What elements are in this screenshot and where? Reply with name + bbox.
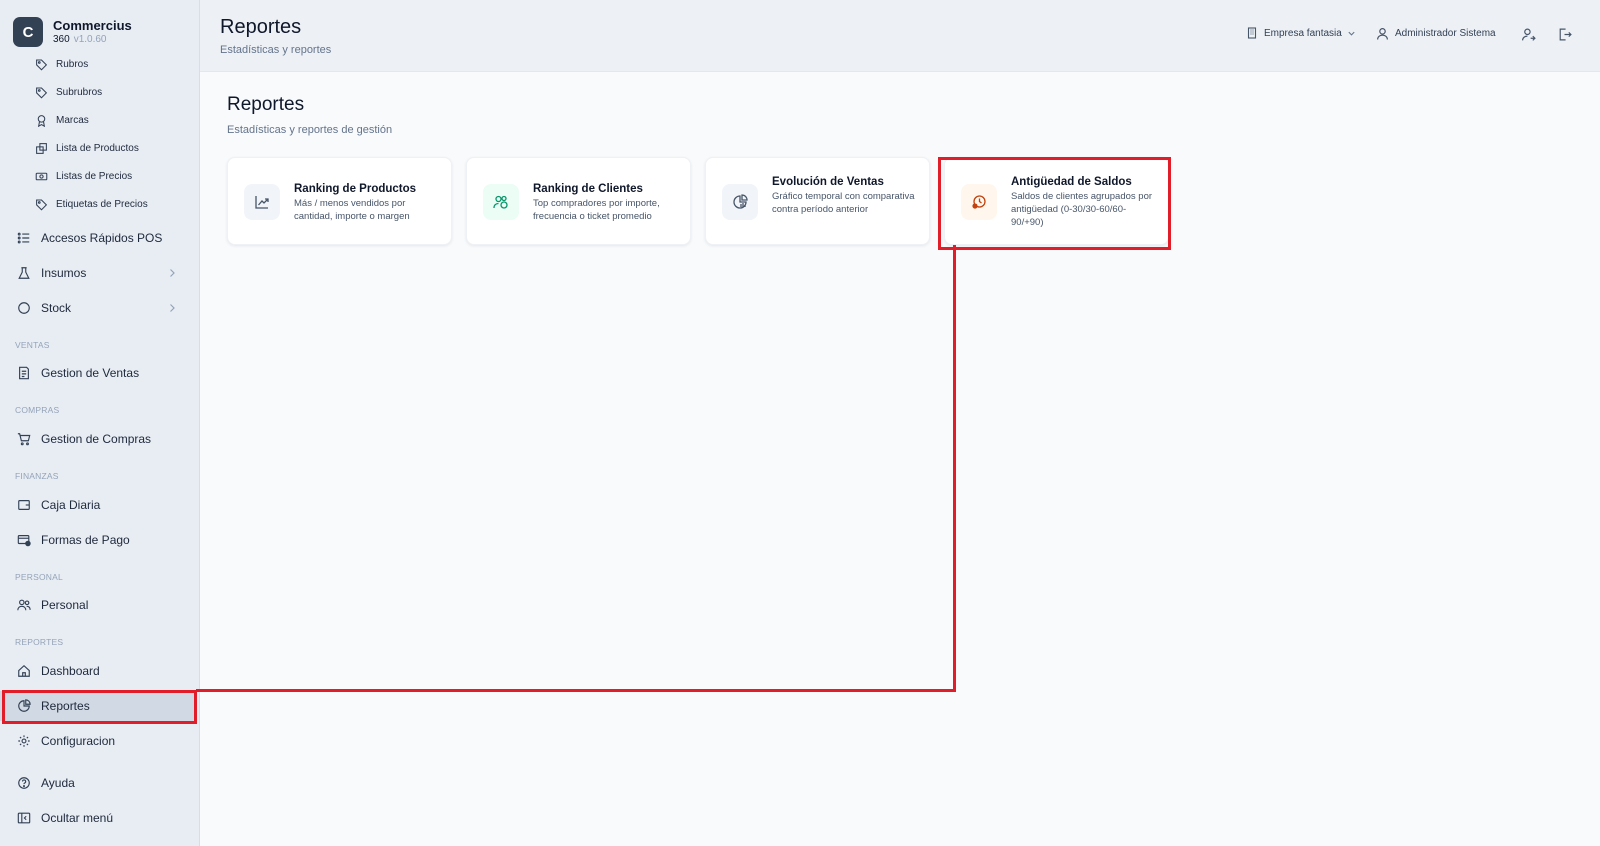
sidebar-item-personal[interactable]: Personal: [0, 590, 195, 620]
sidebar-item-label: Ocultar menú: [41, 811, 114, 825]
company-selector[interactable]: Empresa fantasia: [1246, 27, 1362, 39]
card-description: Gráfico temporal con comparativa contra …: [772, 191, 915, 215]
user-menu[interactable]: Administrador Sistema: [1376, 27, 1496, 40]
sidebar-item-formas-pago[interactable]: Formas de Pago: [0, 525, 195, 555]
sidebar-item-label: Gestion de Compras: [41, 432, 152, 446]
tag-icon: [36, 87, 48, 99]
sidebar-item-ocultar-menu[interactable]: Ocultar menú: [0, 803, 195, 833]
tag-icon: [36, 59, 48, 71]
help-icon: [18, 777, 30, 789]
section-reportes: REPORTES: [15, 637, 64, 647]
home-icon: [18, 664, 30, 677]
sidebar-item-dashboard[interactable]: Dashboard: [0, 656, 195, 686]
user-name: Administrador Sistema: [1395, 28, 1496, 39]
section-subtitle: Estadísticas y reportes de gestión: [227, 124, 393, 136]
sidebar-item-label: Marcas: [56, 114, 89, 126]
sidebar-item-label: Accesos Rápidos POS: [41, 231, 163, 245]
card-description: Más / menos vendidos por cantidad, impor…: [294, 198, 410, 222]
user-switch-icon: [1522, 28, 1536, 41]
chevron-down-icon: [1348, 31, 1355, 36]
sidebar-item-label: Configuracion: [41, 734, 116, 748]
receipt-icon: [19, 366, 29, 380]
sidebar-item-label: Dashboard: [41, 664, 100, 678]
section-ventas: VENTAS: [15, 340, 50, 350]
sidebar-item-subrubros[interactable]: Subrubros: [35, 83, 102, 101]
sidebar-item-label: Etiquetas de Precios: [56, 198, 148, 210]
flask-icon: [18, 267, 30, 279]
boxes-icon: [36, 142, 47, 154]
sidebar-item-configuracion[interactable]: Configuracion: [0, 726, 195, 756]
company-name: Empresa fantasia: [1264, 27, 1342, 39]
logout-icon: [1559, 28, 1572, 41]
highlight-box-card: [938, 157, 1171, 250]
section-compras: COMPRAS: [15, 405, 60, 415]
sidebar-item-label: Stock: [41, 301, 72, 315]
switch-user-button[interactable]: [1521, 27, 1542, 42]
circle-icon: [18, 302, 30, 314]
card-title: Ranking de Clientes: [533, 183, 643, 195]
sidebar-item-stock[interactable]: Stock: [0, 293, 195, 323]
list-icon: [17, 232, 30, 244]
sidebar-collapse-icon: [17, 812, 31, 824]
sidebar-item-label: Ayuda: [41, 776, 75, 790]
users-icon: [493, 195, 508, 209]
trending-up-icon: [255, 196, 269, 209]
sidebar-item-label: Caja Diaria: [41, 498, 101, 512]
sidebar-item-label: Subrubros: [56, 86, 103, 98]
wallet-icon: [18, 500, 30, 510]
sidebar-item-label: Personal: [41, 598, 89, 612]
sidebar-item-label: Rubros: [56, 58, 89, 70]
gear-icon: [18, 735, 30, 747]
card-title: Evolución de Ventas: [772, 176, 884, 188]
cart-icon: [17, 433, 31, 446]
sidebar-item-label: Lista de Productos: [56, 142, 139, 154]
sidebar-item-gestion-ventas[interactable]: Gestion de Ventas: [0, 358, 195, 388]
sidebar-item-label: Listas de Precios: [56, 170, 133, 182]
sidebar-item-label: Gestion de Ventas: [41, 366, 140, 380]
brand[interactable]: C Commercius 360 v1.0.60: [13, 17, 132, 47]
connector-line-vertical: [953, 245, 956, 692]
section-finanzas: FINANZAS: [15, 471, 59, 481]
page-title: Reportes: [220, 16, 302, 38]
sidebar-item-insumos[interactable]: Insumos: [0, 258, 195, 288]
card-ranking-clientes[interactable]: Ranking de Clientes Top compradores por …: [466, 157, 691, 245]
card-title: Ranking de Productos: [294, 183, 417, 195]
pie-chart-icon: [733, 194, 748, 209]
sidebar-item-label: Formas de Pago: [41, 533, 130, 547]
sidebar-item-lista-productos[interactable]: Lista de Productos: [35, 139, 139, 157]
chevron-right-icon: [170, 304, 175, 312]
user-icon: [1377, 28, 1388, 40]
brand-version: v1.0.60: [73, 34, 107, 45]
chevron-right-icon: [170, 269, 175, 277]
sidebar-item-caja-diaria[interactable]: Caja Diaria: [0, 490, 195, 520]
users-icon: [17, 599, 31, 611]
credit-card-icon: [17, 535, 31, 547]
sidebar-item-rubros[interactable]: Rubros: [35, 55, 88, 73]
brand-sub: 360: [53, 34, 70, 45]
building-icon: [1247, 27, 1257, 39]
sidebar-item-label: Insumos: [41, 266, 87, 280]
ribbon-icon: [37, 114, 46, 127]
top-header: Reportes Estadísticas y reportes Empresa…: [200, 0, 1600, 72]
sidebar-item-marcas[interactable]: Marcas: [35, 111, 89, 129]
sidebar-item-ayuda[interactable]: Ayuda: [0, 768, 195, 798]
section-title: Reportes: [227, 94, 305, 115]
brand-name: Commercius: [53, 18, 132, 33]
page-subtitle: Estadísticas y reportes: [220, 44, 332, 56]
tag-icon: [36, 199, 48, 211]
card-ranking-productos[interactable]: Ranking de Productos Más / menos vendido…: [227, 157, 452, 245]
brand-logo: C: [13, 17, 43, 47]
card-description: Top compradores por importe, frecuencia …: [533, 198, 660, 222]
sidebar-item-gestion-compras[interactable]: Gestion de Compras: [0, 424, 195, 454]
sidebar-item-etiquetas-precios[interactable]: Etiquetas de Precios: [35, 195, 148, 213]
sidebar-item-accesos-rapidos[interactable]: Accesos Rápidos POS: [0, 223, 195, 253]
section-personal: PERSONAL: [15, 572, 63, 582]
banknote-icon: [35, 172, 48, 180]
logout-button[interactable]: [1557, 27, 1578, 42]
connector-line-horizontal: [196, 689, 956, 692]
card-evolucion-ventas[interactable]: Evolución de Ventas Gráfico temporal con…: [705, 157, 930, 245]
sidebar-item-listas-precios[interactable]: Listas de Precios: [35, 167, 132, 185]
highlight-box-reportes: [2, 690, 197, 724]
